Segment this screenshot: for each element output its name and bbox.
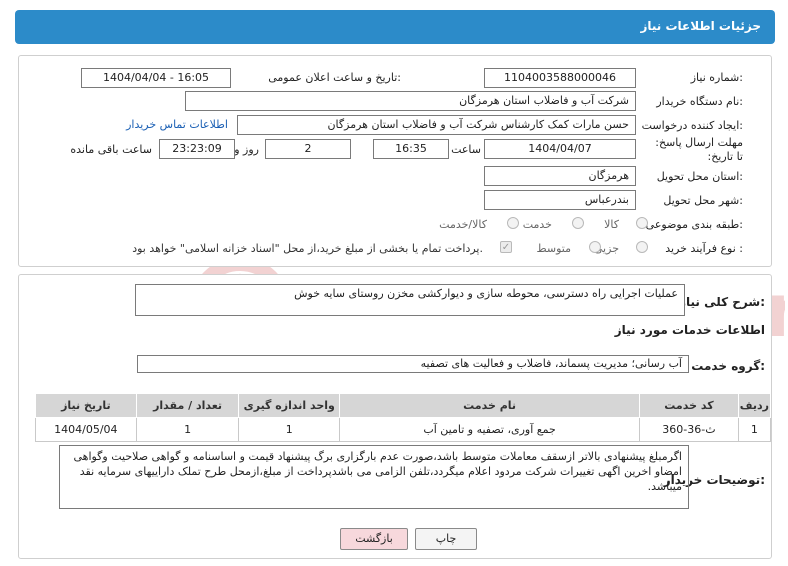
treasury-checkbox[interactable]: ✓ xyxy=(500,241,512,253)
need-number-field[interactable]: 1104003588000046 xyxy=(484,68,636,88)
buyer-contact-link[interactable]: اطلاعات تماس خریدار xyxy=(126,118,228,131)
page-title: جزئیات اطلاعات نیاز xyxy=(640,19,761,33)
deadline-label: مهلت ارسال پاسخ: تا تاریخ: xyxy=(655,136,743,163)
summary-label: شرح کلی نیاز: xyxy=(679,295,765,309)
print-button[interactable]: چاپ xyxy=(415,528,477,550)
buyer-notes-field[interactable]: اگرمبلغ پیشنهادی بالاتر ازسقف معاملات مت… xyxy=(59,445,689,509)
process-label: نوع فرآیند خرید : xyxy=(665,242,743,255)
creator-label: ایجاد کننده درخواست: xyxy=(641,119,743,132)
category-both-label: کالا/خدمت xyxy=(439,218,487,231)
province-field[interactable]: هرمزگان xyxy=(484,166,636,186)
category-service-radio[interactable] xyxy=(572,217,584,229)
col-row: ردیف xyxy=(737,393,772,418)
page-header: جزئیات اطلاعات نیاز xyxy=(15,10,775,44)
days-label: روز و xyxy=(234,143,259,156)
announce-label: تاریخ و ساعت اعلان عمومی: xyxy=(268,71,401,84)
process-minor-radio[interactable] xyxy=(636,241,648,253)
deadline-date-field[interactable]: 1404/04/07 xyxy=(484,139,636,159)
need-number-label: شماره نیاز: xyxy=(690,71,743,84)
check-icon: ✓ xyxy=(501,242,511,253)
cell-service-name: جمع آوری، تصفیه و تامین آب xyxy=(339,417,641,442)
col-service-code: کد خدمت xyxy=(639,393,739,418)
back-button[interactable]: بازگشت xyxy=(340,528,408,550)
buyer-label: نام دستگاه خریدار: xyxy=(656,95,743,108)
category-label: طبقه بندی موضوعی: xyxy=(645,218,743,231)
buyer-field[interactable]: شرکت آب و فاضلاب استان هرمزگان xyxy=(185,91,636,111)
remaining-label: ساعت باقی مانده xyxy=(70,143,152,156)
payment-note: پرداخت تمام یا بخشی از مبلغ خرید،از محل … xyxy=(132,242,483,255)
deadline-time-label: ساعت xyxy=(451,143,481,156)
city-field[interactable]: بندرعباس xyxy=(484,190,636,210)
cell-quantity: 1 xyxy=(135,417,240,442)
city-label: شهر محل تحویل: xyxy=(663,194,743,207)
services-table: ردیف کد خدمت نام خدمت واحد اندازه گیری ت… xyxy=(35,393,772,442)
process-medium-label: متوسط xyxy=(536,242,571,255)
col-need-date: تاریخ نیاز xyxy=(35,393,137,418)
table-header-row: ردیف کد خدمت نام خدمت واحد اندازه گیری ت… xyxy=(35,393,772,418)
category-both-radio[interactable] xyxy=(507,217,519,229)
table-row[interactable]: 1 ث-36-360 جمع آوری، تصفیه و تامین آب 1 … xyxy=(35,417,772,442)
col-service-name: نام خدمت xyxy=(339,393,641,418)
creator-field[interactable]: حسن مارات کمک کارشناس شرکت آب و فاضلاب ا… xyxy=(237,115,636,135)
cell-need-date: 1404/05/04 xyxy=(35,417,137,442)
remaining-time-field[interactable]: 23:23:09 xyxy=(159,139,235,159)
announce-field[interactable]: 1404/04/04 - 16:05 xyxy=(81,68,231,88)
category-goods-label: کالا xyxy=(604,218,619,231)
summary-field[interactable]: عملیات اجرایی راه دسترسی، محوطه سازی و د… xyxy=(135,284,685,316)
cell-unit: 1 xyxy=(238,417,341,442)
col-quantity: تعداد / مقدار xyxy=(135,393,240,418)
category-service-label: خدمت xyxy=(522,218,552,231)
cell-service-code: ث-36-360 xyxy=(639,417,739,442)
deadline-time-field[interactable]: 16:35 xyxy=(373,139,449,159)
days-field[interactable]: 2 xyxy=(265,139,351,159)
service-group-label: گروه خدمت: xyxy=(691,359,765,373)
info-panel: شماره نیاز: 1104003588000046 تاریخ و ساع… xyxy=(18,55,772,267)
province-label: استان محل تحویل: xyxy=(656,170,743,183)
col-unit: واحد اندازه گیری xyxy=(238,393,341,418)
cell-row: 1 xyxy=(737,417,772,442)
service-group-field[interactable]: آب رسانی؛ مدیریت پسماند، فاضلاب و فعالیت… xyxy=(137,355,689,373)
services-title: اطلاعات خدمات مورد نیاز xyxy=(614,323,765,337)
process-medium-radio[interactable] xyxy=(589,241,601,253)
details-panel: شرح کلی نیاز: عملیات اجرایی راه دسترسی، … xyxy=(18,274,772,559)
category-goods-radio[interactable] xyxy=(636,217,648,229)
